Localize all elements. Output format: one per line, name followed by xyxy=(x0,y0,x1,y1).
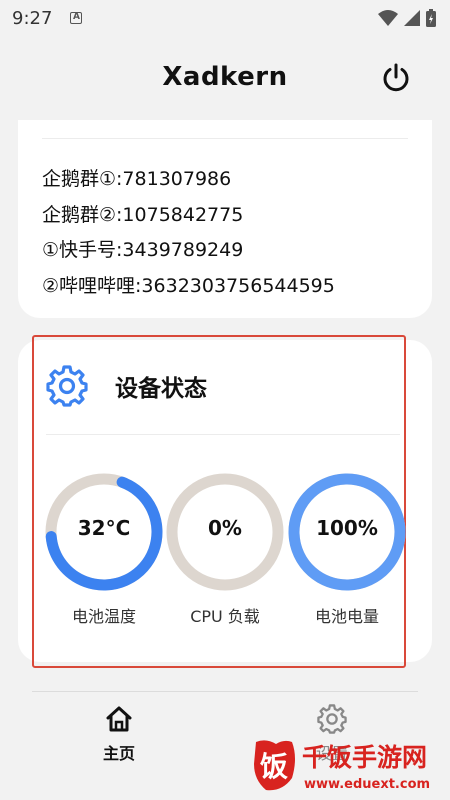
gear-icon xyxy=(46,365,88,407)
section-title: 设备状态 xyxy=(115,376,207,402)
status-time: 9:27 xyxy=(12,7,53,29)
watermark-glyph: 饭 xyxy=(260,750,288,783)
contact-line-bilibili: ②哔哩哔哩:3632303756544595 xyxy=(42,274,335,297)
watermark-url: www.eduext.com xyxy=(304,777,430,792)
divider xyxy=(42,138,408,139)
status-bar: 9:27 A xyxy=(0,0,450,36)
battery-temperature-label: 电池温度 xyxy=(71,607,136,626)
watermark-brand: 千饭手游网 xyxy=(302,743,427,772)
home-icon xyxy=(106,706,132,732)
contact-list: 企鹅群①:781307986 企鹅群②:1075842775 ①快手号:3439… xyxy=(42,162,335,304)
divider xyxy=(46,434,400,435)
battery-level-value: 100% xyxy=(316,516,378,540)
battery-temperature-value: 32°C xyxy=(77,516,131,540)
divider xyxy=(32,691,418,692)
wifi-icon xyxy=(378,10,398,26)
cpu-load-value: 0% xyxy=(208,516,242,540)
watermark-logo: 饭 千饭手游网 www.eduext.com xyxy=(254,740,430,792)
nav-home-label: 主页 xyxy=(102,744,135,763)
signal-icon xyxy=(404,10,420,26)
contact-line-qq-group-2: 企鹅群②:1075842775 xyxy=(42,203,244,226)
contact-line-qq-group-1: 企鹅群①:781307986 xyxy=(42,168,232,190)
battery-level-label: 电池电量 xyxy=(314,607,379,626)
notification-icon: A xyxy=(70,12,83,24)
app-bar: Xadkern xyxy=(0,48,450,112)
power-icon[interactable] xyxy=(380,62,412,94)
nav-home[interactable]: 主页 xyxy=(79,704,159,764)
battery-icon xyxy=(426,9,436,27)
cpu-load-label: CPU 负载 xyxy=(190,607,260,626)
gear-icon xyxy=(317,704,347,734)
status-icons xyxy=(378,9,436,27)
contact-line-kuaishou: ①快手号:3439789249 xyxy=(42,239,244,261)
info-card: 企鹅群①:781307986 企鹅群②:1075842775 ①快手号:3439… xyxy=(18,120,432,318)
